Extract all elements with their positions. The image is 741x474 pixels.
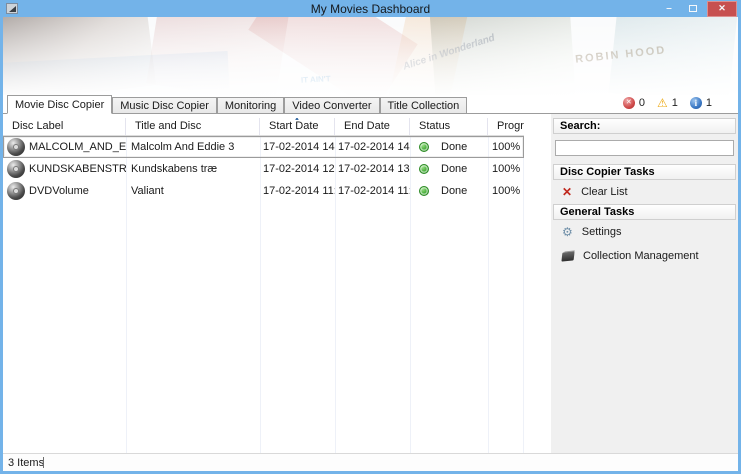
listview-rows: MALCOLM_AND_EDDIE_3 Malcolm And Eddie 3 … (3, 136, 524, 202)
status-cell: Done (410, 163, 488, 175)
warning-count[interactable]: ⚠ 1 (657, 97, 678, 109)
error-count[interactable]: 0 (622, 97, 645, 109)
disc-label-text: KUNDSKABENSTRAE_DVD (29, 163, 126, 175)
maximize-button[interactable] (683, 1, 703, 16)
listview-header: Disc Label Title and Disc ▲ Start Date E… (3, 118, 524, 136)
info-icon (689, 97, 702, 109)
error-icon (622, 97, 635, 109)
tab-music-disc-copier[interactable]: Music Disc Copier (112, 97, 217, 113)
start-date-cell: 17-02-2014 11:31:12 (263, 185, 335, 197)
notification-area: 0 ⚠ 1 1 (622, 97, 712, 109)
disc-icon (7, 182, 25, 200)
statusbar-splitter[interactable] (43, 457, 44, 468)
title-cell: Valiant (131, 185, 164, 197)
clear-list-icon: ✕ (562, 184, 573, 199)
minimize-button[interactable]: – (659, 1, 679, 16)
column-header-start-date[interactable]: ▲ Start Date (260, 118, 335, 135)
status-cell: Done (410, 141, 488, 153)
disc-label-text: MALCOLM_AND_EDDIE_3 (29, 141, 126, 153)
status-done-icon (419, 164, 429, 174)
tab-video-converter[interactable]: Video Converter (284, 97, 380, 113)
column-header-progress[interactable]: Progress (488, 118, 524, 135)
error-count-value: 0 (638, 97, 645, 109)
end-date-cell: 17-02-2014 14:50:40 (338, 141, 410, 153)
maximize-icon (689, 5, 697, 12)
search-header: Search: (553, 118, 736, 134)
status-text: Done (441, 185, 468, 197)
app-window: My Movies Dashboard – ✕ Alice in Wonderl… (0, 0, 741, 474)
settings-button[interactable]: ⚙ Settings (553, 220, 736, 244)
progress-cell: 100% (492, 141, 521, 153)
disc-icon (7, 138, 25, 156)
task-sidebar: Search: Disc Copier Tasks ✕ Clear List G… (551, 114, 738, 453)
movie-poster-banner: Alice in Wonderland ROBIN HOOD IT AIN'T (3, 17, 738, 95)
copy-jobs-listview: Disc Label Title and Disc ▲ Start Date E… (3, 118, 524, 453)
progress-cell: 100% (492, 185, 521, 197)
search-input[interactable] (555, 140, 734, 156)
tab-title-collection[interactable]: Title Collection (379, 97, 468, 113)
tab-monitoring[interactable]: Monitoring (216, 97, 285, 113)
collection-management-button[interactable]: Collection Management (553, 244, 736, 268)
status-bar: 3 Items (3, 453, 738, 471)
disc-label-cell: DVDVolume (3, 182, 126, 200)
column-header-title-and-disc[interactable]: Title and Disc (126, 118, 260, 135)
status-done-icon (419, 142, 429, 152)
disc-label-cell: MALCOLM_AND_EDDIE_3 (3, 138, 126, 156)
title-cell: Malcolm And Eddie 3 (131, 141, 235, 153)
status-done-icon (419, 186, 429, 196)
table-row[interactable]: MALCOLM_AND_EDDIE_3 Malcolm And Eddie 3 … (3, 136, 524, 158)
warning-count-value: 1 (671, 97, 678, 109)
collection-icon (561, 250, 575, 262)
clear-list-label: Clear List (581, 186, 628, 198)
start-date-cell: 17-02-2014 14:30:29 (263, 141, 335, 153)
section-header-disc-copier-tasks: Disc Copier Tasks (553, 164, 736, 180)
main-area: Disc Label Title and Disc ▲ Start Date E… (3, 114, 738, 453)
list-area: Disc Label Title and Disc ▲ Start Date E… (3, 114, 551, 453)
table-row[interactable]: KUNDSKABENSTRAE_DVD Kundskabens træ 17-0… (3, 158, 524, 180)
section-header-general-tasks: General Tasks (553, 204, 736, 220)
clear-list-button[interactable]: ✕ Clear List (553, 180, 736, 204)
progress-cell: 100% (492, 163, 521, 175)
title-cell: Kundskabens træ (131, 163, 218, 175)
warning-icon: ⚠ (656, 96, 668, 110)
banner-fade-overlay (3, 17, 738, 95)
disc-label-cell: KUNDSKABENSTRAE_DVD (3, 160, 126, 178)
tab-movie-disc-copier[interactable]: Movie Disc Copier (7, 95, 113, 114)
column-header-status[interactable]: Status (410, 118, 488, 135)
column-header-end-date[interactable]: End Date (335, 118, 410, 135)
end-date-cell: 17-02-2014 11:47:37 (338, 185, 410, 197)
titlebar: My Movies Dashboard – ✕ (0, 0, 741, 17)
table-row[interactable]: DVDVolume Valiant 17-02-2014 11:31:12 17… (3, 180, 524, 202)
disc-icon (7, 160, 25, 178)
window-title: My Movies Dashboard (310, 1, 431, 16)
info-count-value: 1 (705, 97, 712, 109)
info-count[interactable]: 1 (689, 97, 712, 109)
start-date-cell: 17-02-2014 12:54:30 (263, 163, 335, 175)
settings-label: Settings (581, 226, 622, 238)
status-text: Done (441, 141, 468, 153)
collection-management-label: Collection Management (583, 250, 699, 262)
tab-strip: Movie Disc Copier Music Disc Copier Moni… (3, 95, 738, 114)
items-count: 3 Items (8, 456, 45, 469)
column-header-disc-label[interactable]: Disc Label (3, 118, 126, 135)
window-content: Alice in Wonderland ROBIN HOOD IT AIN'T … (3, 17, 738, 471)
status-text: Done (441, 163, 468, 175)
status-cell: Done (410, 185, 488, 197)
end-date-cell: 17-02-2014 13:15:12 (338, 163, 410, 175)
close-button[interactable]: ✕ (707, 0, 737, 17)
gear-icon: ⚙ (562, 225, 573, 239)
sort-ascending-icon: ▲ (294, 118, 300, 122)
disc-label-text: DVDVolume (29, 185, 89, 197)
